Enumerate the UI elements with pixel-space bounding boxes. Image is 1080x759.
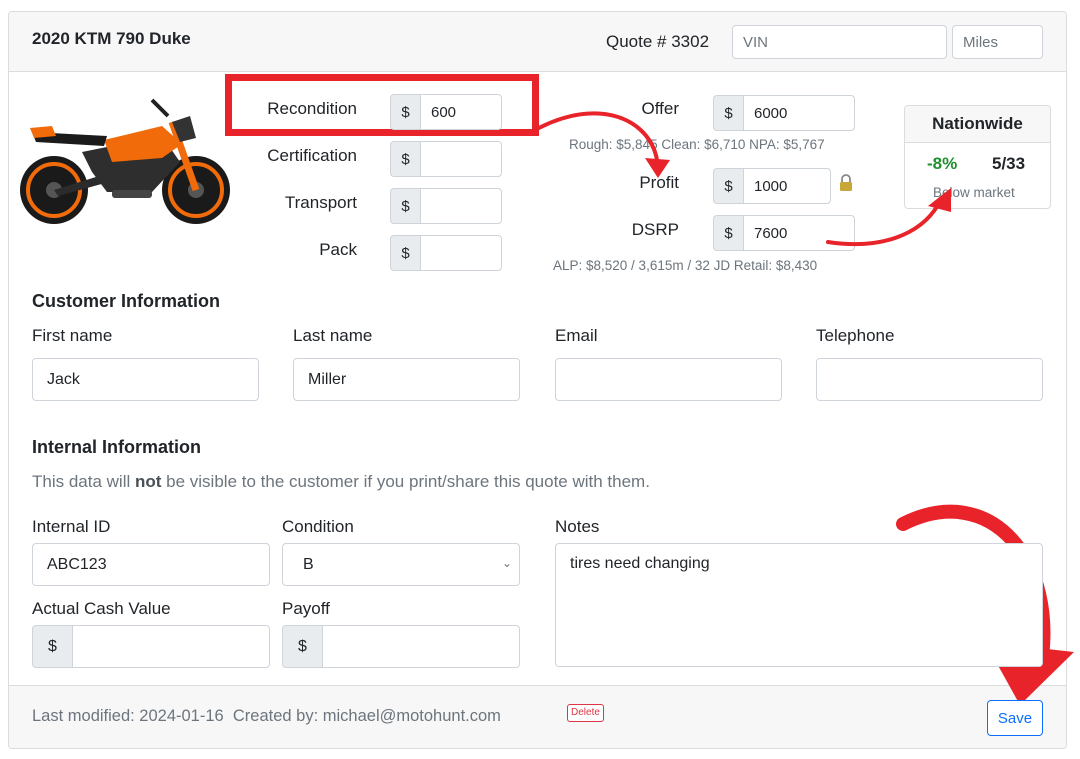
dollar-prefix: $ <box>713 95 743 131</box>
internal-privacy-note: This data will not be visible to the cus… <box>32 472 650 492</box>
condition-select-value: B <box>282 543 520 586</box>
vehicle-title: 2020 KTM 790 Duke <box>32 29 191 48</box>
certification-label: Certification <box>267 146 357 165</box>
recondition-input[interactable]: 600 <box>420 94 502 130</box>
first-name-label: First name <box>32 326 113 345</box>
acv-input-group[interactable]: $ <box>32 625 270 668</box>
nationwide-title: Nationwide <box>905 106 1050 143</box>
last-name-input[interactable]: Miller <box>293 358 520 401</box>
miles-input[interactable]: Miles <box>952 25 1043 59</box>
profit-label: Profit <box>639 173 679 192</box>
last-modified: Last modified: 2024-01-16 <box>32 707 224 725</box>
dollar-prefix: $ <box>390 235 420 271</box>
offer-label: Offer <box>641 99 679 118</box>
offer-valuation-note: Rough: $5,845 Clean: $6,710 NPA: $5,767 <box>569 137 825 152</box>
notes-label: Notes <box>555 517 600 536</box>
customer-section-title: Customer Information <box>32 291 221 311</box>
internal-id-input[interactable]: ABC123 <box>32 543 270 586</box>
telephone-input[interactable] <box>816 358 1043 401</box>
pack-input[interactable] <box>420 235 502 271</box>
offer-input[interactable]: 6000 <box>743 95 855 131</box>
certification-input[interactable] <box>420 141 502 177</box>
lock-icon[interactable] <box>838 174 854 192</box>
profit-input-group[interactable]: $ 1000 <box>713 168 831 204</box>
pack-label: Pack <box>319 240 357 259</box>
dollar-prefix: $ <box>713 168 743 204</box>
note-bold: not <box>134 472 162 491</box>
nationwide-card: Nationwide -8% 5/33 Below market <box>904 105 1051 209</box>
internal-section-title: Internal Information <box>32 437 202 457</box>
email-label: Email <box>555 326 598 345</box>
dsrp-market-note: ALP: $8,520 / 3,615m / 32 JD Retail: $8,… <box>553 258 818 273</box>
motorcycle-image <box>20 98 230 224</box>
offer-input-group[interactable]: $ 6000 <box>713 95 855 131</box>
save-button[interactable]: Save <box>987 700 1043 736</box>
dollar-prefix: $ <box>713 215 743 251</box>
dsrp-input-group[interactable]: $ 7600 <box>713 215 855 251</box>
nationwide-status: Below market <box>933 185 1015 200</box>
nationwide-percent: -8% <box>927 154 958 173</box>
notes-textarea[interactable]: tires need changing <box>555 543 1043 667</box>
note-prefix: This data will <box>32 472 135 491</box>
pack-input-group[interactable]: $ <box>390 235 502 271</box>
last-name-label: Last name <box>293 326 373 345</box>
acv-label: Actual Cash Value <box>32 599 171 618</box>
created-by: Created by: michael@motohunt.com <box>232 707 501 725</box>
dollar-prefix: $ <box>390 141 420 177</box>
chevron-down-icon: ⌄ <box>501 556 512 570</box>
transport-input[interactable] <box>420 188 502 224</box>
recondition-label: Recondition <box>267 99 357 118</box>
note-suffix: be visible to the customer if you print/… <box>161 472 650 491</box>
payoff-input[interactable] <box>322 625 520 668</box>
vin-input[interactable]: VIN <box>732 25 947 59</box>
certification-input-group[interactable]: $ <box>390 141 502 177</box>
email-input[interactable] <box>555 358 782 401</box>
first-name-input[interactable]: Jack <box>32 358 259 401</box>
dollar-prefix: $ <box>282 625 322 668</box>
dsrp-input[interactable]: 7600 <box>743 215 855 251</box>
dollar-prefix: $ <box>32 625 72 668</box>
acv-input[interactable] <box>72 625 270 668</box>
telephone-label: Telephone <box>816 326 895 345</box>
payoff-label: Payoff <box>282 599 330 618</box>
nationwide-rank: 5/33 <box>992 154 1026 173</box>
dollar-prefix: $ <box>390 188 420 224</box>
dsrp-label: DSRP <box>631 220 679 239</box>
transport-input-group[interactable]: $ <box>390 188 502 224</box>
condition-select[interactable]: B ⌄ <box>282 543 520 586</box>
payoff-input-group[interactable]: $ <box>282 625 520 668</box>
condition-label: Condition <box>282 517 354 536</box>
dollar-prefix: $ <box>390 94 420 130</box>
footer-meta: Last modified: 2024-01-16 Created by: mi… <box>32 707 501 726</box>
transport-label: Transport <box>284 193 357 212</box>
recondition-input-group[interactable]: $ 600 <box>390 94 502 130</box>
internal-id-label: Internal ID <box>32 517 111 536</box>
quote-number: Quote # 3302 <box>606 32 710 51</box>
profit-input[interactable]: 1000 <box>743 168 831 204</box>
delete-button[interactable]: Delete <box>567 704 604 722</box>
